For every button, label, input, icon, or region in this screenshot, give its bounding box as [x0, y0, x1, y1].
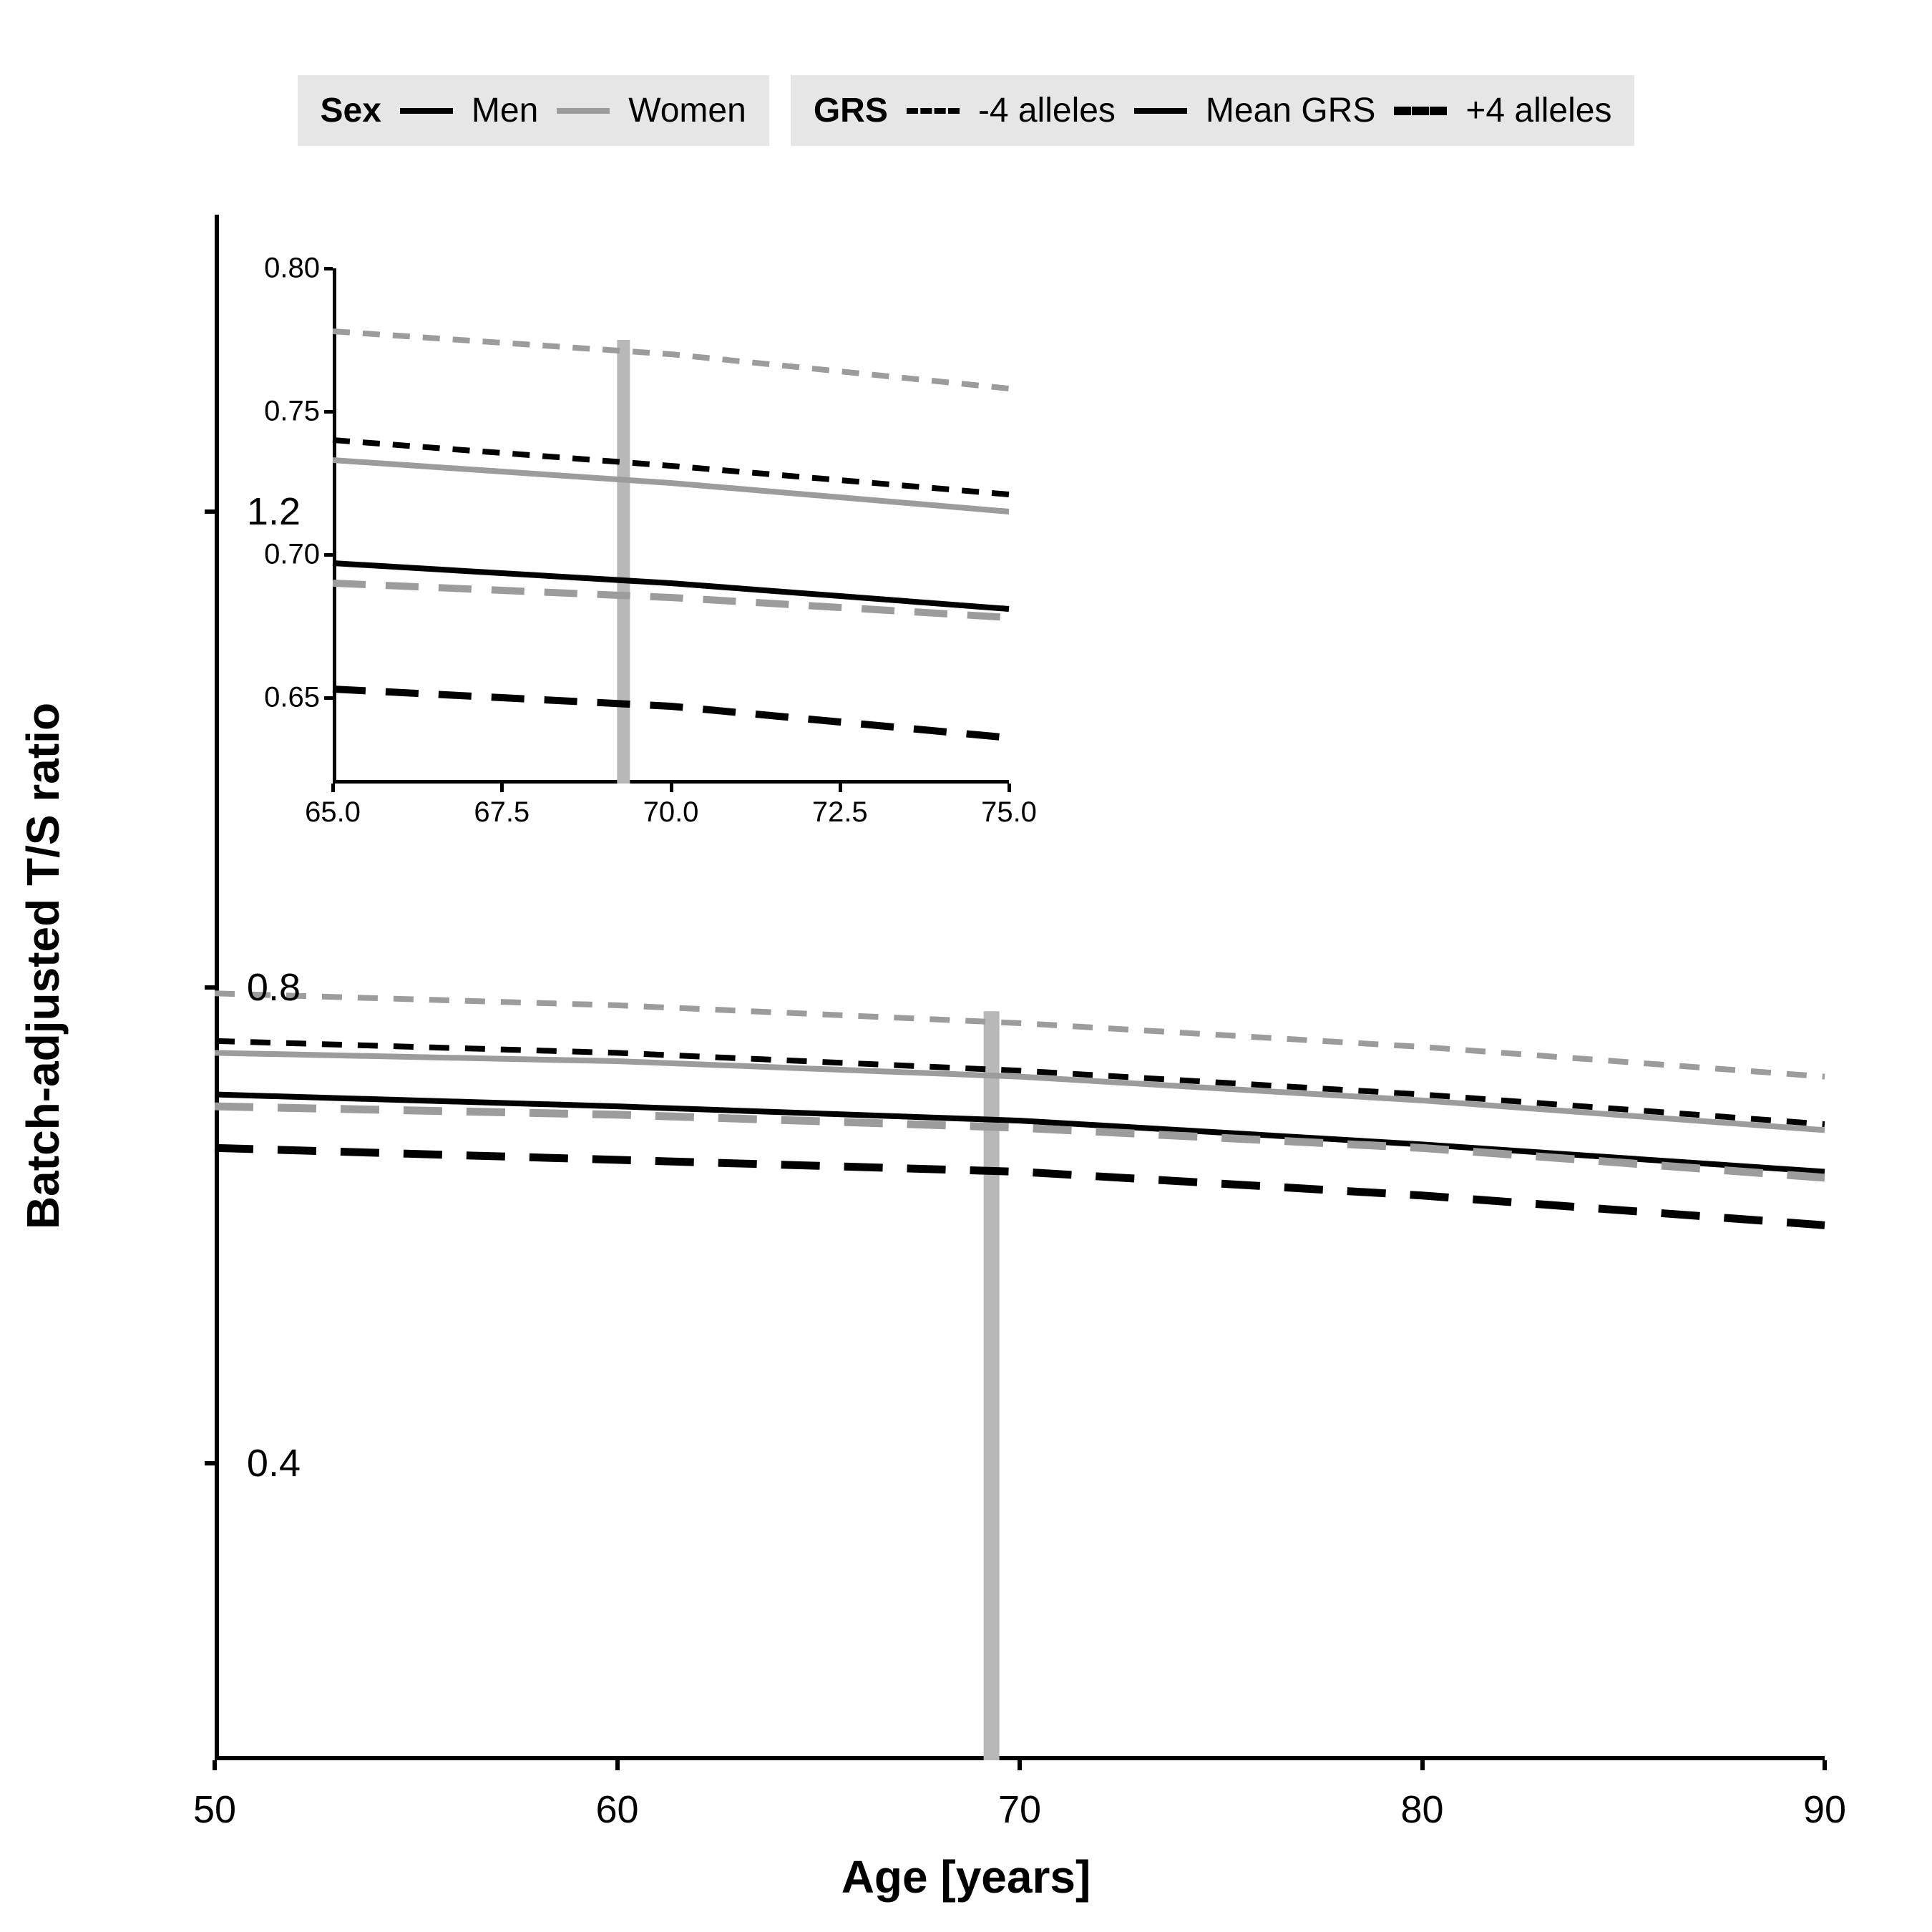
x-tick-label: 50	[193, 1787, 236, 1832]
inset-y-tick	[324, 267, 333, 270]
x-tick-label: 90	[1803, 1787, 1846, 1832]
legend-label-women: Women	[628, 91, 746, 130]
inset-series-line	[333, 563, 1009, 609]
inset-y-tick	[324, 553, 333, 557]
x-tick	[213, 1760, 217, 1770]
inset-x-tick-label: 67.5	[474, 796, 530, 829]
legend-sex-group: Sex Men Women	[298, 75, 769, 146]
legend-swatch-minus4	[907, 108, 960, 114]
inset-x-tick	[331, 784, 335, 792]
x-tick	[1420, 1760, 1425, 1770]
inset-y-tick-label: 0.80	[264, 253, 320, 285]
x-tick	[1018, 1760, 1022, 1770]
legend-label-minus4: -4 alleles	[978, 91, 1116, 130]
inset-x-tick-label: 75.0	[981, 796, 1037, 829]
series-line	[215, 1148, 1825, 1225]
inset-plot	[333, 268, 1009, 784]
inset-series-line	[333, 331, 1009, 389]
inset-y-tick-label: 0.70	[264, 539, 320, 571]
chart-stage: Sex Men Women GRS -4 alleles Mean GRS +4…	[0, 0, 1932, 1932]
inset-x-tick	[500, 784, 504, 792]
x-tick-label: 70	[998, 1787, 1041, 1832]
inset-x-tick-label: 70.0	[643, 796, 699, 829]
legend-grs-title: GRS	[814, 91, 888, 130]
legend-label-men: Men	[472, 91, 538, 130]
y-tick-label: 1.2	[193, 489, 301, 534]
inset-svg	[333, 268, 1009, 784]
inset-y-tick	[324, 696, 333, 700]
x-tick	[615, 1760, 620, 1770]
y-axis-label: Batch-adjusted T/S ratio	[16, 703, 69, 1229]
legend-swatch-plus4	[1394, 107, 1447, 115]
inset-x-tick	[670, 784, 673, 792]
legend-sex-title: Sex	[321, 91, 381, 130]
series-line	[215, 1106, 1825, 1178]
legend-swatch-women	[557, 108, 610, 114]
x-tick-label: 60	[595, 1787, 638, 1832]
legend-label-mean: Mean GRS	[1206, 91, 1375, 130]
x-axis-label: Age [years]	[841, 1850, 1091, 1903]
inset-series-line	[333, 689, 1009, 738]
legend-grs-group: GRS -4 alleles Mean GRS +4 alleles	[791, 75, 1635, 146]
y-tick-label: 0.4	[193, 1441, 301, 1485]
legend-swatch-mean	[1134, 108, 1187, 114]
inset-y-tick	[324, 410, 333, 414]
legend: Sex Men Women GRS -4 alleles Mean GRS +4…	[0, 75, 1932, 146]
x-tick-label: 80	[1400, 1787, 1443, 1832]
series-line	[215, 993, 1825, 1076]
inset-x-tick-label: 65.0	[305, 796, 361, 829]
inset-x-tick	[839, 784, 842, 792]
legend-swatch-men	[400, 108, 453, 114]
inset-y-tick-label: 0.65	[264, 682, 320, 714]
inset-x-tick	[1008, 784, 1011, 792]
y-tick-label: 0.8	[193, 965, 301, 1010]
legend-label-plus4: +4 alleles	[1465, 91, 1611, 130]
inset-y-tick-label: 0.75	[264, 396, 320, 428]
x-tick	[1823, 1760, 1827, 1770]
inset-x-tick-label: 72.5	[812, 796, 868, 829]
